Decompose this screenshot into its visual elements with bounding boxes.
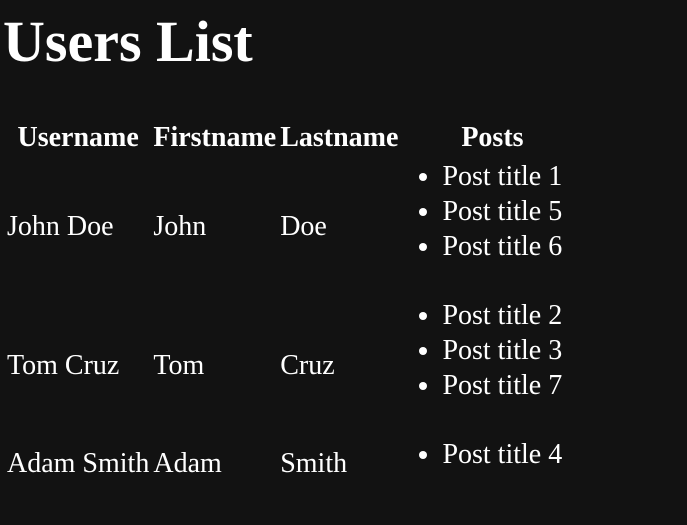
cell-lastname: Doe bbox=[280, 211, 327, 242]
post-item: Post title 4 bbox=[442, 437, 582, 472]
users-table: Username Firstname Lastname Posts John D… bbox=[4, 117, 585, 493]
cell-username: Tom Cruz bbox=[7, 350, 120, 381]
column-header-lastname: Lastname bbox=[280, 122, 399, 153]
cell-firstname: Adam bbox=[153, 448, 222, 479]
table-row: John Doe John Doe Post title 1 Post titl… bbox=[6, 158, 583, 295]
post-item: Post title 6 bbox=[442, 229, 582, 264]
cell-lastname: Smith bbox=[280, 448, 348, 479]
cell-posts: Post title 2 Post title 3 Post title 7 bbox=[401, 297, 583, 434]
cell-username: Adam Smith bbox=[7, 448, 150, 479]
table-header-row: Username Firstname Lastname Posts bbox=[6, 119, 583, 156]
column-header-firstname: Firstname bbox=[153, 122, 277, 153]
cell-posts: Post title 4 bbox=[401, 436, 583, 491]
cell-firstname: John bbox=[153, 211, 207, 242]
posts-list: Post title 2 Post title 3 Post title 7 bbox=[402, 298, 582, 403]
table-row: Tom Cruz Tom Cruz Post title 2 Post titl… bbox=[6, 297, 583, 434]
post-item: Post title 2 bbox=[442, 298, 582, 333]
column-header-username: Username bbox=[17, 122, 139, 153]
cell-posts: Post title 1 Post title 5 Post title 6 bbox=[401, 158, 583, 295]
post-item: Post title 1 bbox=[442, 159, 582, 194]
posts-list: Post title 4 bbox=[402, 437, 582, 472]
table-row: Adam Smith Adam Smith Post title 4 bbox=[6, 436, 583, 491]
post-item: Post title 7 bbox=[442, 368, 582, 403]
column-header-posts: Posts bbox=[461, 122, 524, 153]
posts-list: Post title 1 Post title 5 Post title 6 bbox=[402, 159, 582, 264]
post-item: Post title 3 bbox=[442, 333, 582, 368]
cell-username: John Doe bbox=[7, 211, 114, 242]
cell-firstname: Tom bbox=[153, 350, 205, 381]
page-title: Users List bbox=[3, 9, 253, 74]
cell-lastname: Cruz bbox=[280, 350, 335, 381]
post-item: Post title 5 bbox=[442, 194, 582, 229]
users-page: Users List Username Firstname Lastname P… bbox=[0, 0, 687, 525]
